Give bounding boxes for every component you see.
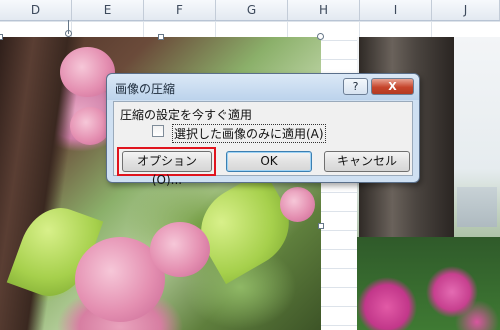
selected-only-checkbox[interactable] (152, 125, 164, 137)
column-header-d[interactable]: D (0, 0, 72, 20)
dialog-body: 圧縮の設定を今すぐ適用 選択した画像のみに適用(A) オプション(O)... O… (113, 101, 413, 187)
compress-pictures-dialog: 画像の圧縮 ? X 圧縮の設定を今すぐ適用 選択した画像のみに適用(A) オプシ… (106, 73, 420, 187)
resize-handle-top-center[interactable] (158, 34, 164, 40)
building-graphic (457, 187, 497, 227)
dialog-titlebar[interactable]: 画像の圧縮 ? X (107, 74, 419, 100)
resize-handle-top-left[interactable] (0, 34, 3, 40)
selected-only-checkbox-label[interactable]: 選択した画像のみに適用(A) (172, 124, 326, 143)
apply-settings-label: 圧縮の設定を今すぐ適用 (120, 108, 253, 122)
column-header-bar: D E F G H I J (0, 0, 500, 21)
flower-graphic (70, 107, 110, 145)
options-button[interactable]: オプション(O)... (122, 151, 212, 187)
column-header-g[interactable]: G (216, 0, 288, 20)
column-header-j[interactable]: J (432, 0, 500, 20)
column-header-i[interactable]: I (360, 0, 432, 20)
flower-graphic (280, 187, 315, 222)
column-header-e[interactable]: E (72, 0, 144, 20)
column-header-f[interactable]: F (144, 0, 216, 20)
azalea-bush-graphic (357, 237, 500, 330)
flower-graphic (150, 222, 210, 277)
rotation-handle-stem (68, 20, 69, 34)
help-button[interactable]: ? (343, 78, 368, 95)
column-header-h[interactable]: H (288, 0, 360, 20)
close-button[interactable]: X (371, 78, 414, 95)
resize-handle-right-center[interactable] (318, 223, 324, 229)
ok-button[interactable]: OK (226, 151, 312, 172)
dialog-title: 画像の圧縮 (115, 82, 176, 96)
leaf-graphic (186, 169, 304, 285)
cancel-button[interactable]: キャンセル (324, 151, 410, 172)
resize-handle-top-right[interactable] (317, 33, 324, 40)
